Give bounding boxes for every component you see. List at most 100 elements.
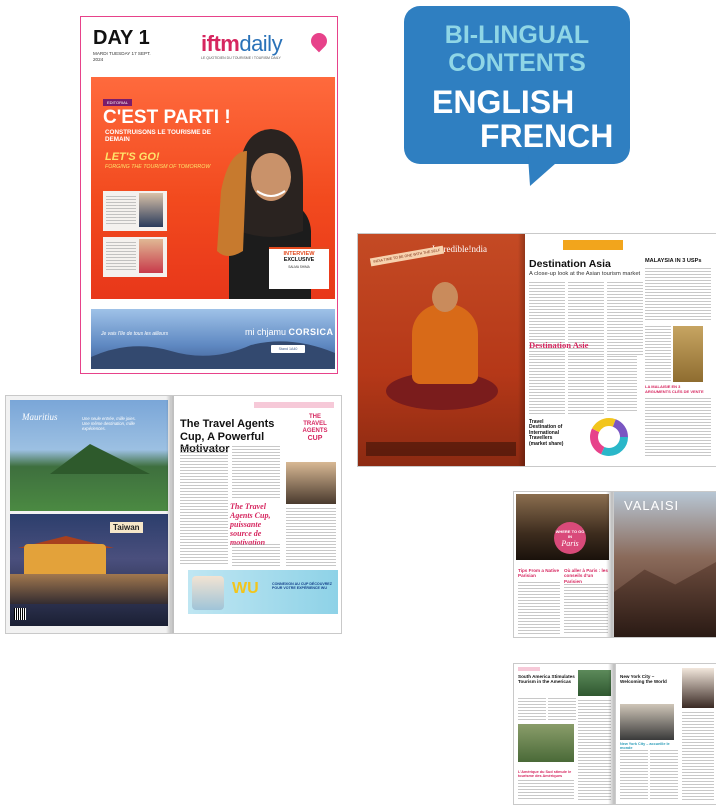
asia-ad-page: Incredible!ndia INDIA TIME TO BE ONE WIT… — [358, 234, 525, 466]
cover-logo-sub: daily — [239, 31, 283, 56]
speech-bubble-tail — [528, 156, 564, 186]
cover-ad-text: Je vais l'île de tous les ailleurs — [101, 331, 169, 337]
taiwan-logo: Taiwan — [110, 522, 143, 533]
wu-banner-ad: WU CONNEXION AU CUP DÉCOUVREZ POUR VOTRE… — [188, 570, 338, 614]
asia-tag: INDIA TIME TO BE ONE WITH THE SELF — [369, 245, 444, 267]
wu-banner-text: CONNEXION AU CUP DÉCOUVREZ POUR VOTRE EX… — [272, 582, 332, 591]
cover-hero: EDITORIAL C'EST PARTI ! CONSTRUISONS LE … — [91, 77, 335, 299]
cover-editorial-badge: EDITORIAL — [103, 99, 133, 106]
article-column — [232, 544, 280, 566]
magazine-cover: DAY 1 MARDI TUESDAY 17 SEPT. 2024 iftmda… — [80, 16, 338, 374]
qr-code-icon — [14, 608, 26, 620]
valais-title: VALAISI — [624, 498, 680, 513]
bubble-french: FRENCH — [480, 118, 614, 154]
nyc-title: New York City – Welcoming the World — [620, 674, 667, 685]
cover-ad-brand: mi chjamu CORSICA — [245, 327, 334, 337]
paris-heading-fr: Où aller à Paris : les conseils d'un Par… — [564, 568, 608, 584]
article-column — [682, 712, 714, 800]
tac-logo-line3: CUP — [307, 435, 323, 442]
article-column — [607, 282, 643, 356]
cover-letsgo: LET'S GO! — [105, 151, 160, 163]
article-column — [650, 750, 678, 800]
taiwan-ad: Taiwan — [10, 514, 168, 626]
tac-header-bar — [254, 402, 334, 408]
location-pin-icon — [307, 29, 331, 53]
mauritius-ad: Mauritius Une seule entrée, mille joies.… — [10, 400, 168, 511]
asia-article-page: Destination Asia A close-up look at the … — [525, 234, 716, 466]
sidebar-text — [645, 326, 671, 382]
asia-sidebar-title: MALAYSIA IN 3 USPs — [645, 258, 702, 264]
paris-article-page: WHERE TO GO IN Paris Tips From a Native … — [514, 492, 611, 637]
article-column — [578, 700, 611, 800]
asia-sidebar-heading-fr: LA MALAISIE EN 3 ARGUMENTS CLÉS DE VENTE — [645, 384, 704, 394]
badge-city: Paris — [561, 539, 579, 548]
article-column — [518, 582, 560, 634]
asia-ad-footer — [366, 442, 516, 456]
cover-ad-corsica: Je vais l'île de tous les ailleurs mi ch… — [91, 309, 335, 369]
spread-paris: WHERE TO GO IN Paris Tips From a Native … — [514, 492, 716, 637]
sa-header-tag — [518, 667, 540, 671]
article-column — [564, 584, 608, 634]
mauritius-tagline: Une seule entrée, mille joies. Une même … — [82, 416, 136, 431]
interview-box: INTERVIEW EXCLUSIVE SALMA SHIMA — [269, 247, 329, 289]
nyc-photo — [620, 704, 674, 740]
cover-logo: iftmdaily — [201, 31, 283, 57]
bubble-contents: CONTENTS — [448, 49, 586, 77]
interview-name: SALMA SHIMA — [288, 265, 310, 269]
sa-photo — [518, 724, 574, 762]
bubble-english: ENGLISH — [432, 84, 575, 120]
sa-title-fr: L'Amérique du Sud stimule le tourisme de… — [518, 770, 572, 779]
bubble-bilingual: BI-LINGUAL — [444, 21, 590, 49]
sa-photo — [578, 670, 611, 696]
nyc-page: New York City – Welcoming the World New … — [616, 664, 716, 804]
cover-logo-main: iftm — [201, 31, 240, 56]
tac-ads-page: Mauritius Une seule entrée, mille joies.… — [6, 396, 171, 633]
spread-destination-asia: Incredible!ndia INDIA TIME TO BE ONE WIT… — [358, 234, 716, 466]
temple-reflection — [10, 574, 168, 604]
asia-chart-title: Travel Destination of International Trav… — [529, 419, 564, 447]
mountain-photo — [614, 562, 716, 637]
asia-header-bar — [563, 240, 623, 250]
article-column — [518, 780, 574, 800]
sidebar-text — [645, 398, 711, 458]
article-column — [607, 356, 637, 412]
cover-tagline: LE QUOTIDIEN DU TOURISME / TOURISM DAILY — [201, 56, 281, 60]
sa-title: South America Stimulates Tourism in the … — [518, 674, 575, 685]
article-column — [568, 356, 604, 416]
statue-photo — [673, 326, 703, 382]
article-column — [548, 698, 576, 722]
article-column — [620, 750, 648, 800]
mauritius-logo: Mauritius — [22, 412, 58, 422]
valais-ad-page: VALAISI — [614, 492, 716, 637]
tac-logo-line1: THE — [309, 414, 321, 420]
asia-subtitle: A close-up look at the Asian tourism mar… — [529, 271, 641, 277]
cover-date: MARDI TUESDAY 17 SEPT. 2024 — [93, 51, 151, 62]
sidebar-text — [645, 268, 711, 320]
where-to-go-badge: WHERE TO GO IN Paris — [554, 522, 586, 554]
market-share-donut — [590, 418, 628, 456]
monk-robe — [412, 304, 478, 384]
nyc-title-fr: New York City – accueille le monde — [620, 742, 670, 750]
article-column — [518, 698, 546, 722]
tac-logo-line2: TRAVEL AGENTS — [302, 421, 328, 434]
tac-logo: THE TRAVEL AGENTS CUP — [292, 414, 338, 454]
cover-ad-mi: mi chjamu — [245, 327, 287, 337]
temple — [24, 544, 106, 574]
cover-news-thumb — [103, 237, 167, 277]
banner-photo — [192, 576, 224, 610]
nyc-portrait — [682, 668, 714, 708]
tac-article-page: The Travel Agents Cup, A Powerful Motiva… — [174, 396, 341, 633]
cover-ad-corsica-word: CORSICA — [288, 327, 334, 337]
badge-top: WHERE TO GO IN — [555, 529, 585, 539]
south-america-page: South America Stimulates Tourism in the … — [514, 664, 614, 804]
tac-title-fr: The Travel Agents Cup, puissante source … — [230, 502, 271, 547]
asia-title: Destination Asia — [529, 258, 611, 270]
article-column — [180, 446, 228, 566]
monk-head — [432, 282, 458, 312]
cover-news-thumb — [103, 191, 167, 231]
spread-south-america-nyc: South America Stimulates Tourism in the … — [514, 664, 716, 804]
article-column — [286, 508, 336, 566]
article-column — [529, 356, 565, 416]
mountain-shape — [50, 444, 150, 474]
asia-title-fr: Destination Asie — [529, 340, 589, 350]
